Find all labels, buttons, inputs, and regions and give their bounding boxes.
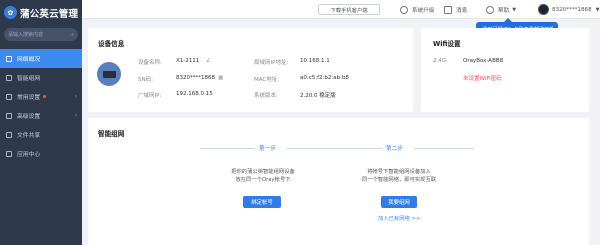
- app-logo[interactable]: ✿ 蒲公英云管理: [0, 0, 82, 25]
- account-name: 8320****1868: [552, 6, 592, 13]
- search-input[interactable]: 请输入搜索内容 ⌕: [4, 28, 78, 41]
- lan-ip-field: 局域网IP地址: 10.168.1.1: [254, 58, 330, 66]
- sn-field: SN码: 8320****1868 ▦: [138, 75, 223, 83]
- step2-desc-line: 同一个智能网络，即可实现互联: [361, 177, 437, 183]
- sidebar-item-smart-network[interactable]: 智能组网: [0, 68, 82, 87]
- help-label: 帮助: [498, 7, 510, 14]
- step-divider: [287, 148, 382, 149]
- sidebar-item-label: 网络概况: [17, 57, 41, 63]
- device-info-title: 设备信息: [98, 40, 125, 48]
- bind-account-button[interactable]: 绑定帐号: [243, 196, 281, 208]
- notification-badge: [43, 95, 47, 98]
- app-title: 蒲公英云管理: [20, 8, 79, 20]
- system-upgrade-label: 系统升级: [412, 7, 435, 14]
- upgrade-icon: [400, 5, 408, 14]
- apps-icon: [6, 150, 12, 157]
- advanced-icon: [6, 112, 12, 119]
- sidebar-item-app-center[interactable]: 应用中心: [0, 144, 82, 163]
- field-label: 局域网IP地址:: [254, 60, 289, 66]
- dashboard-icon: [6, 55, 12, 62]
- avatar: [538, 4, 549, 15]
- field-label: 设备名称:: [138, 60, 162, 66]
- device-name-value: X1-2111: [176, 58, 200, 64]
- step2-label: 第二步: [386, 146, 403, 152]
- messages-button[interactable]: 消息: [444, 0, 467, 19]
- smart-network-card: 智能组网 第一步 第二步 把你的蒲公英智能组网设备 放在同一个Oray帐号下 绑…: [88, 118, 589, 245]
- step1-desc-line: 把你的蒲公英智能组网设备: [231, 169, 295, 175]
- wifi-card: Wifi设置 2.4G: OrayBox-ABB8 未设置WiFi密码: [421, 28, 589, 112]
- sn-value: 8320****1868: [176, 75, 215, 81]
- sidebar-item-label: 文件共享: [17, 133, 41, 139]
- account-menu[interactable]: 8320****1868 ▼: [538, 0, 600, 19]
- step2-description: 将帐号下智能组网设备加入 同一个智能网络，即可实现互联: [344, 168, 454, 184]
- search-icon: ⌕: [71, 31, 74, 38]
- wan-ip-value: 192.168.0.15: [176, 91, 213, 97]
- network-icon: [6, 74, 12, 81]
- sidebar: ✿ 蒲公英云管理 请输入搜索内容 ⌕ 网络概况 智能组网 常用设置 › 高级设置…: [0, 0, 82, 245]
- version-value: 2.20.0 稳定版: [300, 93, 336, 99]
- download-client-button[interactable]: 下载手机客户端: [318, 4, 380, 15]
- step-divider: [414, 148, 474, 149]
- sidebar-item-label: 应用中心: [17, 152, 41, 158]
- version-field: 系统版本: 2.20.0 稳定版: [254, 91, 336, 99]
- step1-label: 第一步: [259, 146, 276, 152]
- messages-label: 消息: [456, 7, 468, 14]
- chevron-down-icon: ▼: [595, 6, 600, 13]
- chevron-right-icon: ›: [74, 93, 77, 100]
- sidebar-item-overview[interactable]: 网络概况: [0, 49, 82, 68]
- smart-network-title: 智能组网: [98, 130, 125, 138]
- device-info-card: 设备信息 设备名称: X1-2111 ∠ SN码: 8320****1868 ▦…: [88, 28, 413, 112]
- message-icon: [444, 5, 452, 14]
- sidebar-item-label: 常用设置: [17, 95, 41, 101]
- mac-field: MAC地址: a0:c5:f2:b2:ab:b8: [254, 75, 349, 83]
- step-divider: [200, 148, 255, 149]
- sidebar-item-label: 高级设置: [17, 114, 41, 120]
- step2-desc-line: 将帐号下智能组网设备加入: [367, 169, 431, 175]
- top-bar: 下载手机客户端 系统升级 消息 帮助 ▼ 8320****1868 ▼: [82, 0, 600, 19]
- wan-ip-field: 广域网IP: 192.168.0.15: [138, 91, 213, 99]
- sidebar-item-file-share[interactable]: 文件共享: [0, 125, 82, 144]
- field-label: 系统版本:: [254, 93, 278, 99]
- sidebar-item-advanced-settings[interactable]: 高级设置 ›: [0, 106, 82, 125]
- step1-description: 把你的蒲公英智能组网设备 放在同一个Oray帐号下: [218, 168, 308, 184]
- folder-icon: [6, 131, 12, 138]
- settings-icon: [6, 93, 12, 100]
- chevron-right-icon: ›: [74, 112, 77, 119]
- wifi-title: Wifi设置: [433, 40, 461, 48]
- device-name-field: 设备名称: X1-2111 ∠: [138, 58, 211, 66]
- field-label: SN码:: [138, 77, 153, 83]
- edit-icon[interactable]: ∠: [206, 58, 211, 64]
- router-icon: [97, 62, 121, 86]
- system-upgrade-button[interactable]: 系统升级: [400, 0, 434, 19]
- step1-desc-line: 放在同一个Oray帐号下: [235, 177, 291, 183]
- dandelion-logo-icon: ✿: [4, 6, 17, 19]
- field-label: 广域网IP:: [138, 93, 162, 99]
- wifi-password-status[interactable]: 未设置WiFi密码: [463, 74, 502, 82]
- wifi-ssid: OrayBox-ABB8: [463, 58, 504, 64]
- sidebar-item-common-settings[interactable]: 常用设置 ›: [0, 87, 82, 106]
- lan-ip-value: 10.168.1.1: [300, 58, 330, 64]
- help-icon: [486, 5, 494, 14]
- chevron-down-icon: ▼: [512, 6, 517, 13]
- help-button[interactable]: 帮助 ▼: [486, 0, 516, 19]
- wifi-band: 2.4G:: [433, 58, 448, 64]
- qr-code-icon[interactable]: ▦: [218, 75, 223, 81]
- search-placeholder: 请输入搜索内容: [8, 32, 44, 38]
- create-network-button[interactable]: 我要组网: [381, 196, 417, 208]
- field-label: MAC地址:: [254, 77, 280, 83]
- join-network-link[interactable]: 加入已有网络 >>: [378, 214, 420, 222]
- mac-value: a0:c5:f2:b2:ab:b8: [300, 75, 349, 81]
- sidebar-item-label: 智能组网: [17, 76, 41, 82]
